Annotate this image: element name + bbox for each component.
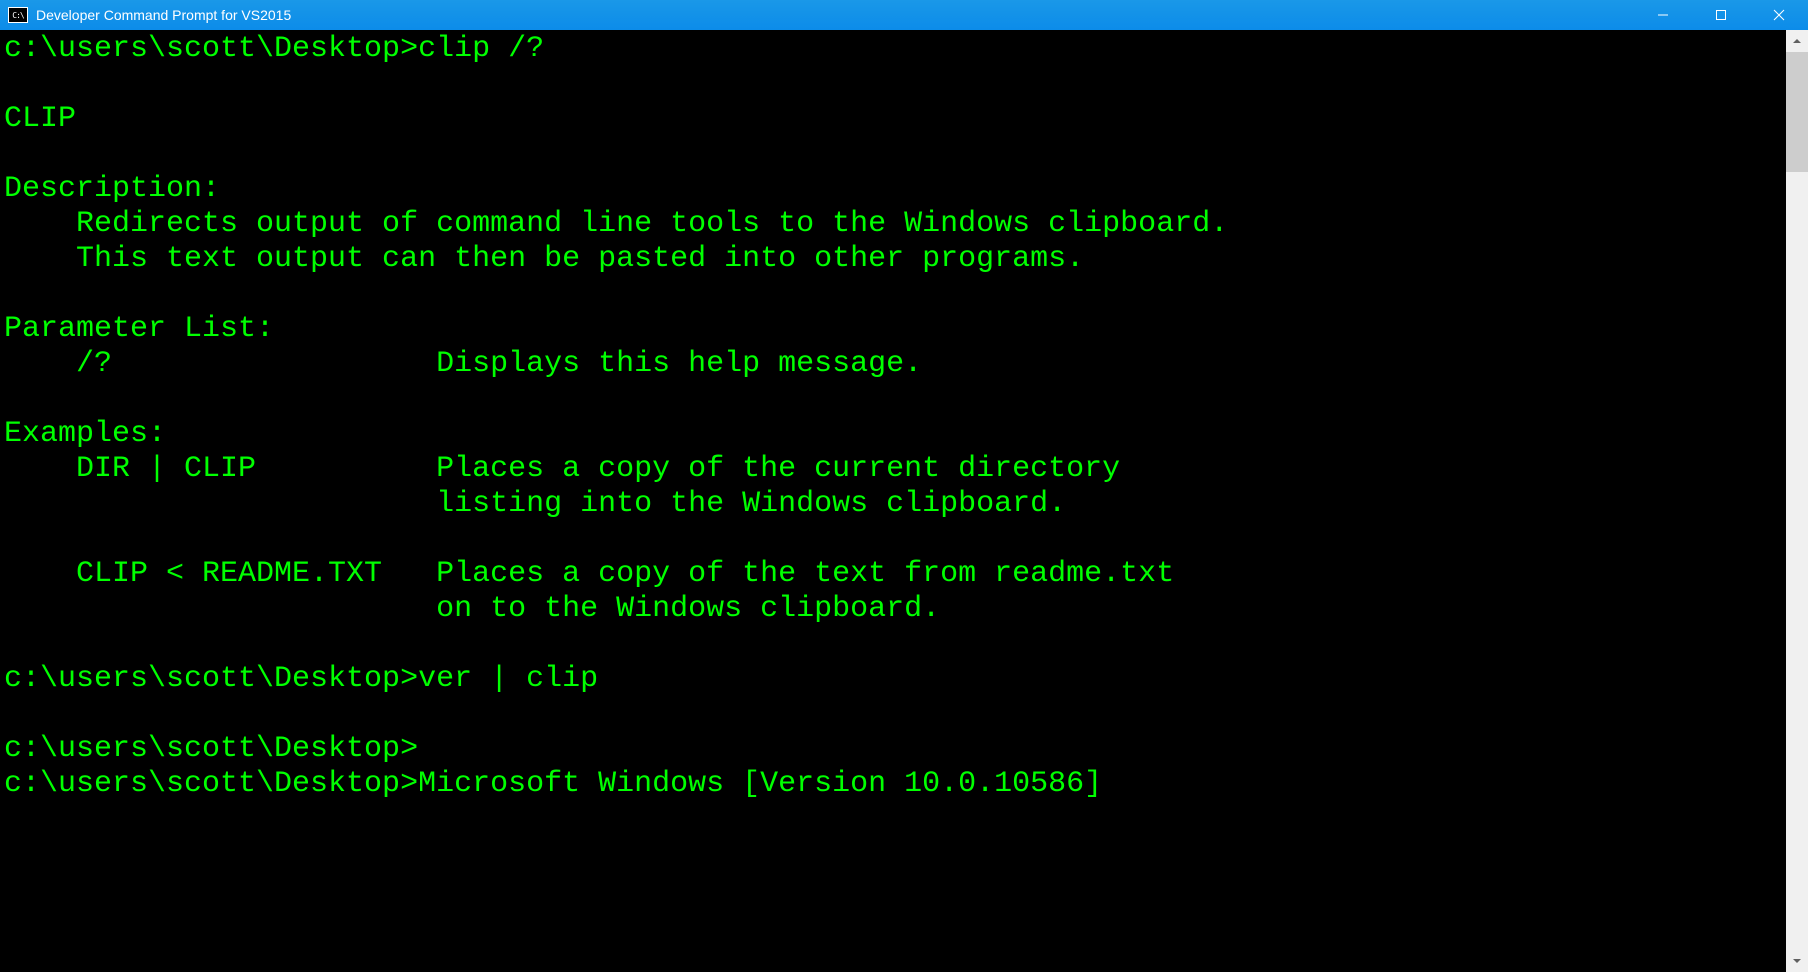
scrollbar[interactable] [1786, 30, 1808, 972]
scroll-thumb[interactable] [1786, 52, 1808, 172]
scroll-down-button[interactable] [1786, 950, 1808, 972]
scroll-track[interactable] [1786, 52, 1808, 950]
maximize-button[interactable] [1692, 0, 1750, 30]
cmd-icon: C:\ [8, 7, 28, 23]
terminal-container: c:\users\scott\Desktop>clip /? CLIP Desc… [0, 30, 1808, 972]
window-title: Developer Command Prompt for VS2015 [36, 7, 1634, 23]
window-titlebar: C:\ Developer Command Prompt for VS2015 [0, 0, 1808, 30]
minimize-button[interactable] [1634, 0, 1692, 30]
scroll-up-button[interactable] [1786, 30, 1808, 52]
close-button[interactable] [1750, 0, 1808, 30]
window-controls [1634, 0, 1808, 30]
terminal-output[interactable]: c:\users\scott\Desktop>clip /? CLIP Desc… [0, 30, 1786, 972]
